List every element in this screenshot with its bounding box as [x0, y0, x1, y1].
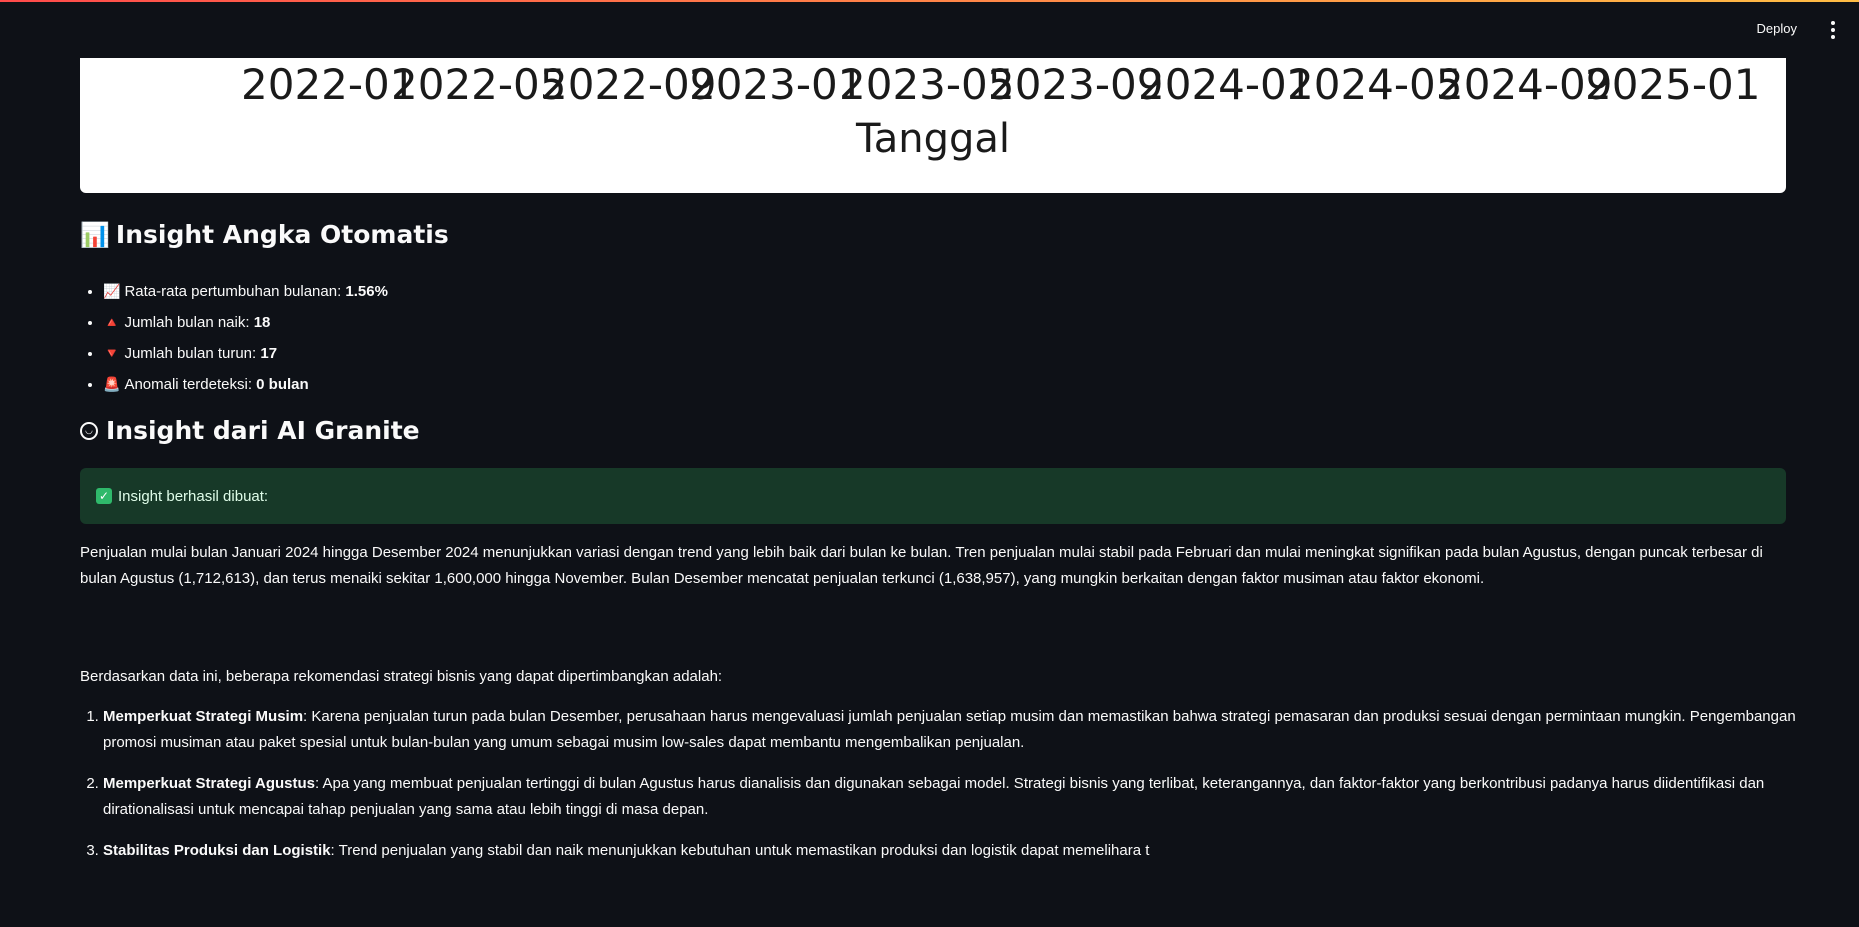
- recommendation-title: Memperkuat Strategi Musim: [103, 708, 304, 725]
- x-axis-ticks: 2022-01 2022-05 2022-09 2023-01 2023-05 …: [80, 60, 1786, 112]
- recommendation-text: : Apa yang membuat penjualan tertinggi d…: [103, 775, 1765, 818]
- metric-label: Rata-rata pertumbuhan bulanan:: [124, 283, 346, 300]
- metric-label: Anomali terdeteksi:: [124, 376, 257, 393]
- metric-value: 17: [260, 345, 278, 362]
- x-axis-label: Tanggal: [855, 116, 1011, 162]
- main-content: 2022-01 2022-05 2022-09 2023-01 2023-05 …: [80, 58, 1796, 859]
- sales-chart: 2022-01 2022-05 2022-09 2023-01 2023-05 …: [80, 58, 1786, 193]
- deploy-button[interactable]: Deploy: [1757, 21, 1797, 36]
- recommendation-title: Memperkuat Strategi Agustus: [103, 775, 315, 792]
- chart-increasing-icon: 📈: [103, 283, 121, 299]
- ai-face-icon: ◡: [80, 421, 98, 440]
- recommendation-list: Memperkuat Strategi Musim: Karena penjua…: [80, 704, 1809, 879]
- siren-icon: 🚨: [103, 376, 121, 392]
- list-item: 🚨Anomali terdeteksi: 0 bulan: [103, 369, 388, 400]
- metric-value: 0 bulan: [256, 376, 309, 393]
- check-mark-icon: ✓: [96, 488, 112, 504]
- main-menu-icon[interactable]: [1825, 19, 1841, 41]
- recommendation-title: Stabilitas Produksi dan Logistik: [103, 842, 331, 859]
- list-item: Memperkuat Strategi Agustus: Apa yang me…: [103, 771, 1809, 823]
- insight-numbers-heading: 📊 Insight Angka Otomatis: [80, 220, 449, 249]
- recommendation-text: : Trend penjualan yang stabil dan naik m…: [330, 842, 1150, 859]
- list-item: 📈Rata-rata pertumbuhan bulanan: 1.56%: [103, 276, 388, 307]
- list-item: Stabilitas Produksi dan Logistik: Trend …: [103, 838, 1809, 864]
- recommendation-text: : Karena penjualan turun pada bulan Dese…: [103, 708, 1796, 751]
- red-up-triangle-icon: 🔺: [103, 314, 121, 330]
- metric-label: Jumlah bulan naik:: [124, 314, 254, 331]
- app-header: Deploy: [0, 2, 1859, 58]
- insight-ai-heading: ◡ Insight dari AI Granite: [80, 416, 420, 445]
- bar-chart-icon: 📊: [80, 220, 110, 249]
- list-item: 🔺Jumlah bulan naik: 18: [103, 307, 388, 338]
- metric-value: 18: [253, 314, 271, 331]
- metric-label: Jumlah bulan turun:: [124, 345, 261, 362]
- success-text: Insight berhasil dibuat:: [118, 487, 269, 505]
- recommendation-intro: Berdasarkan data ini, beberapa rekomenda…: [80, 668, 723, 685]
- metric-value: 1.56%: [345, 283, 388, 300]
- heading-text: Insight dari AI Granite: [106, 416, 420, 445]
- red-down-triangle-icon: 🔻: [103, 345, 121, 361]
- list-item: Memperkuat Strategi Musim: Karena penjua…: [103, 704, 1809, 756]
- insight-paragraph: Penjualan mulai bulan Januari 2024 hingg…: [80, 544, 1763, 587]
- heading-text: Insight Angka Otomatis: [115, 220, 449, 249]
- list-item: 🔻Jumlah bulan turun: 17: [103, 338, 388, 369]
- x-tick-label: 2025-01: [1585, 60, 1761, 109]
- success-alert: ✓ Insight berhasil dibuat:: [80, 468, 1786, 524]
- metrics-list: 📈Rata-rata pertumbuhan bulanan: 1.56% 🔺J…: [80, 276, 388, 400]
